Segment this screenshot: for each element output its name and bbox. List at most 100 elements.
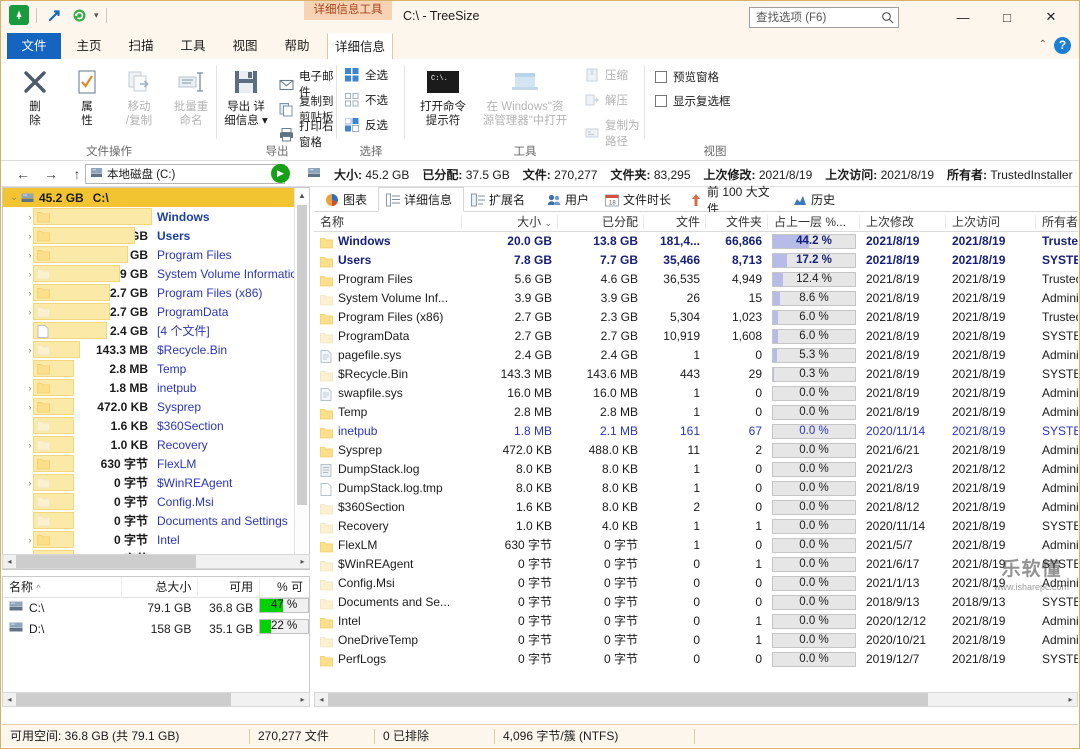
- tree-row[interactable]: 2.8 MB Temp: [3, 359, 309, 378]
- extract-button[interactable]: 解压: [585, 92, 628, 108]
- tree-expander-icon[interactable]: ›: [23, 478, 37, 488]
- window-controls[interactable]: — □ ✕: [941, 3, 1073, 31]
- view-tab-4[interactable]: 18 文件时长: [598, 187, 682, 212]
- grid-col-accessed[interactable]: 上次访问: [946, 212, 1036, 232]
- drive-hscroll-left-arrow[interactable]: ◂: [3, 695, 16, 704]
- view-tab-6[interactable]: 历史: [786, 187, 846, 212]
- tree-expander-icon[interactable]: ›: [23, 231, 37, 241]
- tree-hscroll-right-arrow[interactable]: ▸: [296, 557, 309, 566]
- maximize-button[interactable]: □: [985, 3, 1029, 31]
- tree-row[interactable]: 0 字节 Config.Msi: [3, 492, 309, 511]
- tree-scroll-up-arrow[interactable]: ▲: [295, 188, 309, 203]
- tree-row[interactable]: › 1.8 MB inetpub: [3, 378, 309, 397]
- tab-tools[interactable]: 工具: [169, 33, 217, 59]
- table-row[interactable]: Documents and Se... 0 字节 0 字节 0 0 0.0 % 2018/9…: [314, 593, 1078, 612]
- table-row[interactable]: Program Files (x86) 2.7 GB 2.3 GB 5,304 1,02…: [314, 308, 1078, 327]
- grid-body[interactable]: Windows 20.0 GB 13.8 GB 181,4... 66,866 44.2 …: [314, 232, 1078, 669]
- table-row[interactable]: Windows 20.0 GB 13.8 GB 181,4... 66,866 44.2 …: [314, 232, 1078, 251]
- grid-header-row[interactable]: 名称 大小 ⌄ 已分配 文件 文件夹 占上一层 %... 上次修改 上次访问 所有者: [314, 212, 1078, 232]
- properties-button[interactable]: 属 性: [61, 64, 113, 128]
- tree-row[interactable]: ›20.0 GBWindows: [3, 207, 309, 226]
- tree-row[interactable]: › 1.0 KB Recovery: [3, 435, 309, 454]
- table-row[interactable]: Program Files 5.6 GB 4.6 GB 36,535 4,949 12.4…: [314, 270, 1078, 289]
- tab-home[interactable]: 主页: [65, 33, 113, 59]
- table-row[interactable]: DumpStack.log 8.0 KB 8.0 KB 1 0 0.0 % 2021/2/3…: [314, 460, 1078, 479]
- grid-col-percent[interactable]: 占上一层 %...: [768, 212, 860, 232]
- table-row[interactable]: Sysprep 472.0 KB 488.0 KB 11 2 0.0 % 2021/6/21…: [314, 441, 1078, 460]
- collapse-ribbon-icon[interactable]: ⌃: [1039, 39, 1047, 50]
- view-tab-strip[interactable]: 图表 详细信息 扩展名 用户 18 文件时长前 100 大文件 历史: [314, 185, 1078, 216]
- search-icon[interactable]: [881, 11, 894, 24]
- path-combobox[interactable]: 本地磁盘 (C:) ⌄: [85, 164, 285, 184]
- grid-col-name[interactable]: 名称: [314, 212, 462, 232]
- table-row[interactable]: Intel 0 字节 0 字节 0 1 0.0 % 2020/12/12 2021/8/19 A…: [314, 612, 1078, 631]
- tab-help[interactable]: 帮助: [273, 33, 321, 59]
- tree-row[interactable]: › 2.7 GB Program Files (x86): [3, 283, 309, 302]
- view-tab-2[interactable]: 扩展名: [464, 187, 540, 212]
- table-row[interactable]: OneDriveTemp 0 字节 0 字节 0 1 0.0 % 2020/10/21 202…: [314, 631, 1078, 650]
- tree-row[interactable]: › 143.3 MB $Recycle.Bin: [3, 340, 309, 359]
- grid-hscroll-thumb[interactable]: [328, 693, 928, 706]
- tree-root-expander-icon[interactable]: ⌄: [7, 192, 21, 203]
- compress-button[interactable]: 压缩: [585, 67, 628, 83]
- open-in-explorer-button[interactable]: 在 Windows"资 源管理器"中打开: [473, 64, 577, 128]
- drive-col-pct[interactable]: % 可用: [259, 577, 309, 615]
- drive-rows[interactable]: C:\ 79.1 GB 36.8 GB 47 % D:\ 158 GB 35.1 GB 22 …: [3, 598, 309, 640]
- tree-expander-icon[interactable]: ›: [23, 535, 37, 545]
- export-details-button[interactable]: 导出 详 细信息 ▾: [215, 64, 277, 128]
- search-input[interactable]: 查找选项 (F6): [749, 7, 899, 28]
- grid-hscroll-left-arrow[interactable]: ◂: [315, 695, 328, 704]
- tree-hscroll-thumb[interactable]: [16, 555, 196, 568]
- details-grid[interactable]: 名称 大小 ⌄ 已分配 文件 文件夹 占上一层 %... 上次修改 上次访问 所有者 Windo…: [314, 212, 1078, 706]
- tree-expander-icon[interactable]: ›: [23, 212, 37, 222]
- grid-col-folders[interactable]: 文件夹: [706, 212, 768, 232]
- table-row[interactable]: $WinREAgent 0 字节 0 字节 0 1 0.0 % 2021/6/17 2021/…: [314, 555, 1078, 574]
- drive-hscroll-track[interactable]: [16, 693, 296, 706]
- share-icon[interactable]: [44, 5, 64, 25]
- tree-expander-icon[interactable]: ›: [23, 440, 37, 450]
- grid-col-owner[interactable]: 所有者: [1036, 212, 1078, 232]
- tab-file[interactable]: 文件: [7, 33, 61, 59]
- tree-row[interactable]: 1.6 KB $360Section: [3, 416, 309, 435]
- table-row[interactable]: ProgramData 2.7 GB 2.7 GB 10,919 1,608 6.0 % 2…: [314, 327, 1078, 346]
- tree-hscroll-track[interactable]: [16, 555, 296, 568]
- quick-access-toolbar[interactable]: ▾: [9, 5, 109, 25]
- drive-row[interactable]: D:\ 158 GB 35.1 GB 22 %: [3, 619, 309, 640]
- treesize-logo-icon[interactable]: [9, 5, 29, 25]
- tree-scroll-thumb[interactable]: [297, 205, 307, 505]
- tree-expander-icon[interactable]: ›: [23, 383, 37, 393]
- table-row[interactable]: Temp 2.8 MB 2.8 MB 1 0 0.0 % 2021/8/19 2021/8/1…: [314, 403, 1078, 422]
- tab-details[interactable]: 详细信息: [327, 33, 393, 59]
- table-row[interactable]: pagefile.sys 2.4 GB 2.4 GB 1 0 5.3 % 2021/8/19…: [314, 346, 1078, 365]
- drive-row[interactable]: C:\ 79.1 GB 36.8 GB 47 %: [3, 598, 309, 619]
- table-row[interactable]: Users 7.8 GB 7.7 GB 35,466 8,713 17.2 % 2021/8…: [314, 251, 1078, 270]
- drive-horizontal-scrollbar[interactable]: ◂ ▸: [2, 692, 310, 707]
- tree-expander-icon[interactable]: ›: [23, 345, 37, 355]
- batch-rename-button[interactable]: 批量重 命名: [165, 64, 217, 128]
- drive-list-panel[interactable]: 名称 ^ 总大小 可用 % 可用 C:\ 79.1 GB 36.8 GB 47 % D:…: [2, 576, 310, 706]
- tree-rows[interactable]: ⌄ 45.2 GB C:\ ›20.0 GBWindows›7.8 GBUsers›5…: [3, 188, 309, 568]
- select-all-button[interactable]: 全选: [345, 67, 388, 83]
- preview-pane-checkbox-box[interactable]: [655, 71, 667, 83]
- table-row[interactable]: FlexLM 630 字节 0 字节 1 0 0.0 % 2021/5/7 2021/8/19…: [314, 536, 1078, 555]
- minimize-button[interactable]: —: [941, 3, 985, 31]
- tree-row[interactable]: › 5.6 GB Program Files: [3, 245, 309, 264]
- preview-pane-checkbox[interactable]: 预览窗格: [655, 69, 719, 85]
- help-icon[interactable]: ?: [1054, 37, 1071, 54]
- drive-hscroll-right-arrow[interactable]: ▸: [296, 695, 309, 704]
- tree-expander-icon[interactable]: ›: [23, 250, 37, 260]
- tree-row[interactable]: ›7.8 GBUsers: [3, 226, 309, 245]
- tree-row[interactable]: 630 字节 FlexLM: [3, 454, 309, 473]
- table-row[interactable]: inetpub 1.8 MB 2.1 MB 161 67 0.0 % 2020/11/14 2…: [314, 422, 1078, 441]
- close-button[interactable]: ✕: [1029, 3, 1073, 31]
- tree-row[interactable]: 0 字节 Documents and Settings: [3, 511, 309, 530]
- table-row[interactable]: DumpStack.log.tmp 8.0 KB 8.0 KB 1 0 0.0 % 2021…: [314, 479, 1078, 498]
- view-tab-5[interactable]: 前 100 大文件: [682, 185, 786, 216]
- customize-qat-caret-icon[interactable]: ▾: [94, 10, 99, 21]
- table-row[interactable]: System Volume Inf... 3.9 GB 3.9 GB 26 15 8.6 …: [314, 289, 1078, 308]
- tree-row[interactable]: › 472.0 KB Sysprep: [3, 397, 309, 416]
- tree-hscroll-left-arrow[interactable]: ◂: [3, 557, 16, 566]
- tree-row[interactable]: › 0 字节 Intel: [3, 530, 309, 549]
- grid-col-size[interactable]: 大小 ⌄: [462, 212, 558, 232]
- grid-col-modified[interactable]: 上次修改: [860, 212, 946, 232]
